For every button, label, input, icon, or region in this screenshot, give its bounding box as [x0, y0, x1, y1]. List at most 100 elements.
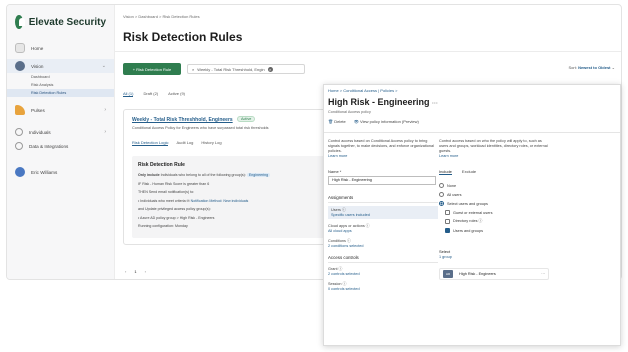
conditions-setting[interactable]: Conditions ⓘ 2 conditions selected	[328, 238, 438, 249]
check-directory-roles[interactable]: Directory roles ⓘ	[439, 217, 549, 226]
left-description: Control access based on Conditional Acce…	[328, 139, 438, 159]
panel-toolbar: 🗑 Delete 👁 View policy information (Prev…	[328, 119, 419, 124]
rule-title-link[interactable]: Weekly - Total Risk Threshhold, Engineer…	[132, 117, 233, 123]
radio-all-users[interactable]: All users	[439, 190, 549, 199]
sidebar-subitem-risk-analysis[interactable]: Risk Analysis	[7, 81, 114, 89]
session-setting[interactable]: Session ⓘ 0 controls selected	[328, 281, 438, 292]
pulses-icon	[15, 105, 25, 115]
brand[interactable]: Elevate Security	[7, 5, 114, 37]
pager-page[interactable]: 1	[134, 269, 136, 274]
tab-risk-detection-logic[interactable]: Risk Detection Logic	[132, 140, 169, 146]
tab-active[interactable]: Active (9)	[168, 91, 185, 97]
chevron-down-icon: ⌄	[611, 65, 615, 70]
check-users-groups[interactable]: Users and groups	[439, 226, 549, 235]
panel-title-text: High Risk - Engineering	[328, 97, 430, 107]
avatar	[15, 167, 25, 177]
rule-include-prefix: Only include	[138, 173, 160, 177]
brand-logo-icon	[15, 15, 25, 29]
group-avatar: HR	[443, 270, 453, 278]
learn-more-link[interactable]: Learn more	[439, 154, 549, 159]
checkbox-label: Users and groups	[453, 228, 483, 233]
sort-value: Newest to Oldest	[578, 65, 611, 70]
sidebar-subitem-dashboard[interactable]: Dashboard	[7, 73, 114, 81]
cloud-value: All cloud apps	[328, 229, 352, 233]
search-input[interactable]: ⌕ Weekly - Total Risk Threshhold, Engin …	[187, 64, 305, 74]
tab-audit-log[interactable]: Audit Log	[176, 140, 193, 146]
tab-history-log[interactable]: History Log	[201, 140, 221, 146]
tab-draft[interactable]: Draft (2)	[143, 91, 158, 97]
session-value: 0 controls selected	[328, 287, 360, 291]
home-icon	[15, 43, 25, 53]
breadcrumb[interactable]: Vision > Dashboard > Risk Detection Rule…	[123, 14, 200, 19]
chevron-right-icon: ›	[104, 107, 106, 113]
rule-logic-box: Risk Detection Rule Only include Individ…	[132, 156, 327, 238]
status-badge: Active	[237, 116, 256, 122]
policy-settings: Name * High Risk - Engineering Assignmen…	[328, 169, 438, 292]
panel-breadcrumb[interactable]: Home > Conditional Access | Policies >	[328, 88, 398, 93]
checkbox-label: Guest or external users	[453, 210, 493, 215]
search-value: Weekly - Total Risk Threshhold, Engin	[197, 66, 265, 72]
card-tabs: Risk Detection Logic Audit Log History L…	[132, 140, 222, 146]
clear-search-icon[interactable]: ×	[267, 66, 273, 72]
radio-label: All users	[447, 192, 462, 197]
new-rule-button[interactable]: + Risk Detection Rule	[123, 63, 181, 75]
sidebar-subitem-risk-detection-rules[interactable]: Risk Detection Rules	[7, 89, 114, 97]
radio-icon	[439, 183, 444, 188]
select-value-text: 1 group	[439, 255, 452, 259]
sidebar-item-label: Individuals	[29, 129, 51, 135]
selected-group[interactable]: HR High Risk - Engineers ···	[439, 268, 549, 280]
session-label: Session ⓘ	[328, 282, 347, 286]
tab-include[interactable]: Include	[439, 169, 452, 175]
tab-all[interactable]: All (1)	[123, 91, 134, 97]
grant-setting[interactable]: Grant ⓘ 2 controls selected	[328, 266, 438, 277]
page-title: Risk Detection Rules	[123, 30, 243, 44]
name-label: Name *	[328, 169, 342, 174]
sidebar-item-individuals[interactable]: Individuals ›	[7, 125, 114, 139]
sidebar-user[interactable]: Eric Williams	[7, 165, 114, 179]
name-field[interactable]: High Risk - Engineering	[328, 176, 436, 185]
sidebar-item-vision[interactable]: Vision ⌄	[7, 59, 114, 73]
delete-label: Delete	[334, 119, 346, 124]
grant-label: Grant ⓘ	[328, 267, 343, 271]
rule-line-update: and Update privileged access policy grou…	[138, 207, 211, 211]
radio-label: Select users and groups	[447, 201, 488, 206]
rule-line-then: THEN Send email notification(s) to:	[138, 190, 195, 194]
rule-heading: Risk Detection Rule	[138, 162, 185, 168]
checkbox-label: Directory roles ⓘ	[453, 219, 483, 223]
tab-exclude[interactable]: Exclude	[462, 169, 476, 175]
learn-more-link[interactable]: Learn more	[328, 154, 438, 159]
view-info-button[interactable]: 👁 View policy information (Preview)	[354, 119, 419, 124]
group-name: High Risk - Engineers	[459, 272, 496, 276]
users-setting[interactable]: Users ⓘ Specific users included	[328, 206, 438, 219]
user-name: Eric Williams	[31, 169, 58, 175]
delete-button[interactable]: 🗑 Delete	[328, 119, 346, 124]
sidebar-item-label: Vision	[31, 63, 44, 69]
sort-dropdown[interactable]: Sort: Newest to Oldest ⌄	[568, 65, 615, 70]
radio-none[interactable]: None	[439, 181, 549, 190]
sidebar-item-pulses[interactable]: Pulses ›	[7, 103, 114, 117]
access-controls-heading: Access controls	[328, 253, 438, 263]
pager-next[interactable]: ›	[145, 269, 146, 274]
sidebar-item-data-integrations[interactable]: Data & Integrations	[7, 139, 114, 153]
panel-subtitle: Conditional Access policy	[328, 110, 371, 114]
cloud-apps-setting[interactable]: Cloud apps or actions ⓘ All cloud apps	[328, 223, 438, 234]
include-exclude-tabs: Include Exclude	[439, 169, 549, 175]
radio-select-users[interactable]: Select users and groups	[439, 199, 549, 208]
sidebar-item-label: Home	[31, 45, 44, 51]
grant-value: 2 controls selected	[328, 272, 360, 276]
pagination: ‹ 1 ›	[125, 269, 146, 274]
notify-method: Notification Method: New individuals	[190, 198, 249, 203]
more-icon[interactable]: ···	[432, 101, 438, 107]
cloud-label: Cloud apps or actions ⓘ	[328, 224, 370, 228]
sidebar-item-home[interactable]: Home	[7, 41, 114, 55]
notify-target: • Individuals who meet criteria	[138, 198, 186, 203]
integrations-icon	[15, 142, 23, 150]
pager-prev[interactable]: ‹	[125, 269, 126, 274]
check-guest[interactable]: Guest or external users	[439, 208, 549, 217]
select-value[interactable]: 1 group	[439, 254, 549, 260]
more-icon[interactable]: ···	[541, 272, 545, 276]
divider	[115, 51, 621, 52]
rule-description: Conditional Access Policy for Engineers …	[132, 126, 269, 130]
conditions-value: 2 conditions selected	[328, 244, 364, 248]
right-description: Control access based on who the policy w…	[439, 139, 549, 159]
